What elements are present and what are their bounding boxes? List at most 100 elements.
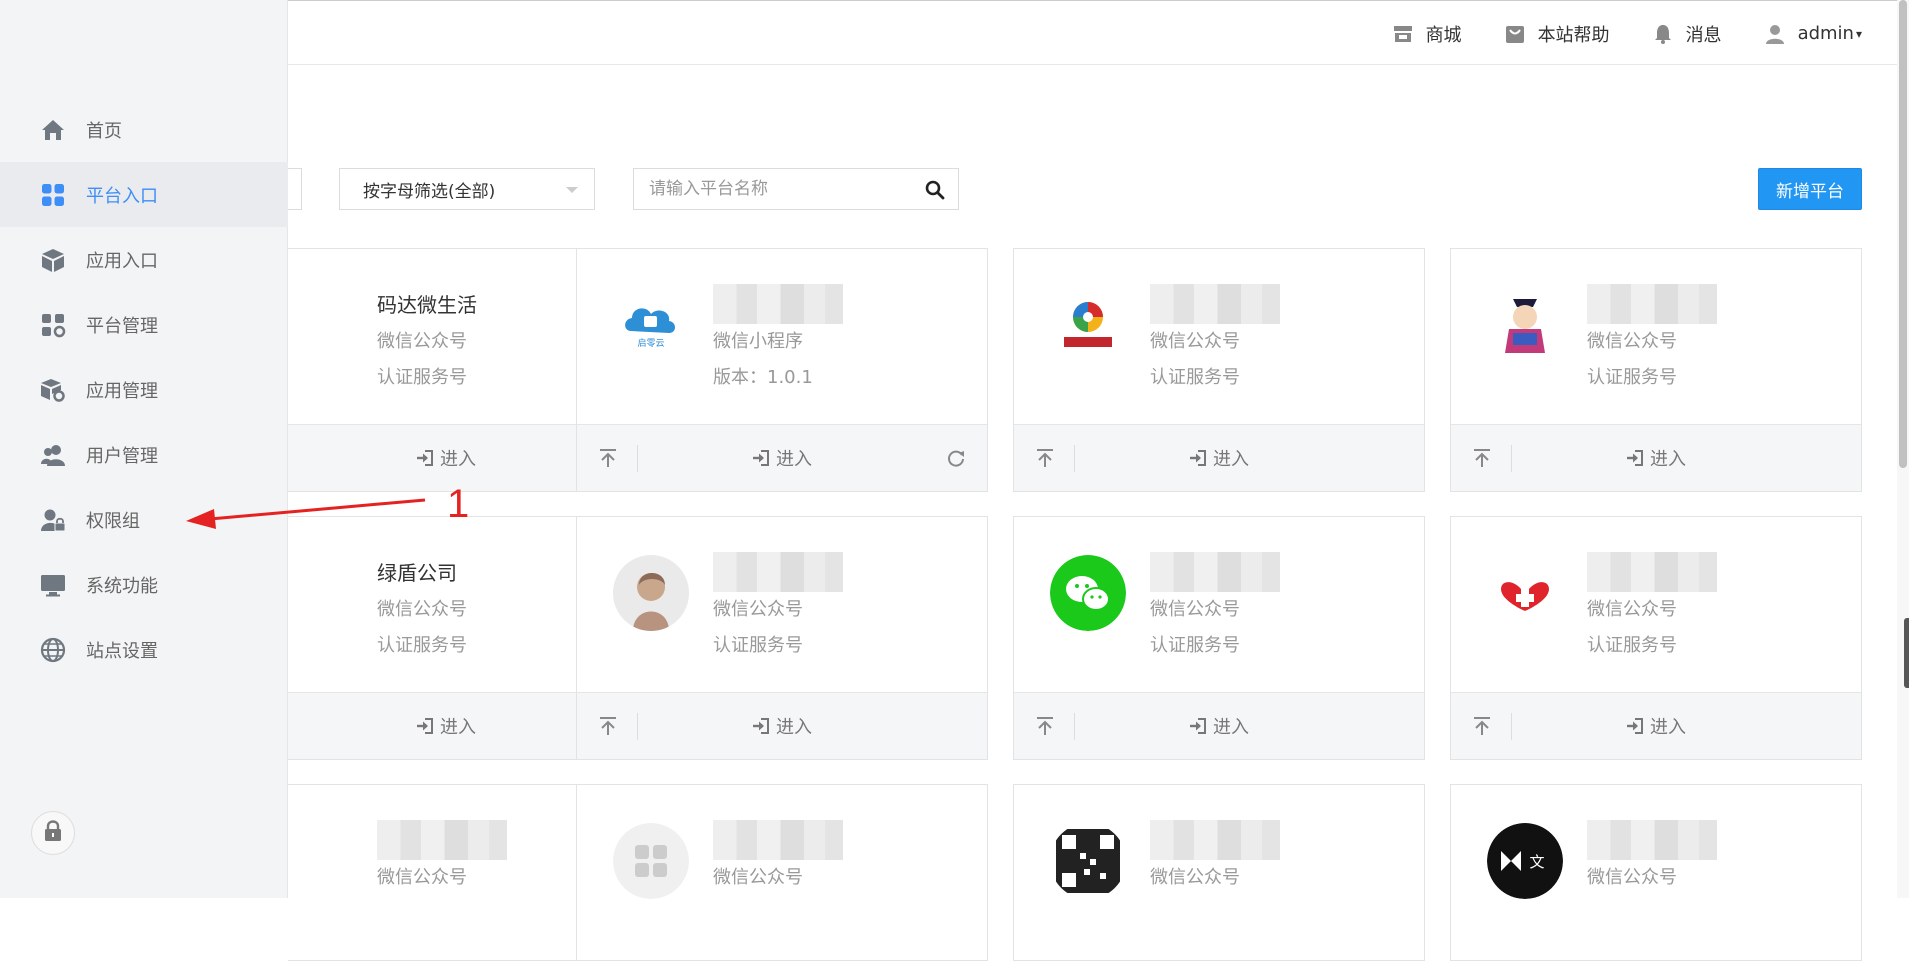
sidebar-item-user-manage[interactable]: 用户管理 bbox=[0, 422, 288, 487]
enter-link[interactable]: 进入 bbox=[752, 713, 812, 739]
enter-link[interactable]: 进入 bbox=[416, 713, 476, 739]
platform-name[interactable]: 绿盾公司 bbox=[377, 553, 457, 593]
platform-name-redacted bbox=[1150, 820, 1280, 860]
footer-divider bbox=[1511, 445, 1512, 472]
sidebar-item-app-manage[interactable]: 应用管理 bbox=[0, 357, 288, 422]
sidebar-item-label: 首页 bbox=[86, 120, 122, 142]
platform-card: 微信公众号 bbox=[576, 784, 988, 961]
sidebar-item-platform-entry[interactable]: 平台入口 bbox=[0, 162, 288, 227]
platform-logo[interactable] bbox=[613, 555, 689, 631]
topnav-help[interactable]: 本站帮助 bbox=[1504, 21, 1610, 47]
enter-link[interactable]: 进入 bbox=[1626, 713, 1686, 739]
card-body: 微信公众号 认证服务号 bbox=[1451, 249, 1861, 424]
platform-type: 微信公众号 bbox=[1150, 867, 1240, 888]
platform-logo[interactable] bbox=[1050, 823, 1126, 899]
sidebar-item-app-entry[interactable]: 应用入口 bbox=[0, 227, 288, 292]
add-platform-button[interactable]: 新增平台 bbox=[1758, 168, 1862, 210]
monitor-icon bbox=[40, 572, 66, 598]
platform-card: 微信公众号认证服务号进入 bbox=[1450, 516, 1862, 760]
enter-link[interactable]: 进入 bbox=[1189, 713, 1249, 739]
platform-name-redacted bbox=[713, 552, 843, 592]
lock-button[interactable] bbox=[31, 811, 75, 855]
platform-type: 微信公众号 bbox=[1150, 331, 1240, 352]
pin-top-icon[interactable] bbox=[1034, 715, 1056, 737]
sign-in-icon bbox=[1189, 717, 1207, 735]
sidebar-item-system-functions[interactable]: 系统功能 bbox=[0, 552, 288, 617]
sidebar-item-platform-manage[interactable]: 平台管理 bbox=[0, 292, 288, 357]
platform-type: 微信公众号 bbox=[1587, 867, 1677, 888]
enter-link[interactable]: 进入 bbox=[752, 445, 812, 471]
footer-divider bbox=[637, 445, 638, 472]
platform-logo[interactable] bbox=[1050, 555, 1126, 631]
platform-logo[interactable]: 文 bbox=[1487, 823, 1563, 899]
platform-logo[interactable]: 启零云 bbox=[613, 287, 689, 363]
platform-name-redacted bbox=[713, 820, 843, 860]
pin-top-icon[interactable] bbox=[1034, 447, 1056, 469]
platform-card: 微信公众号 认证服务号 进入 bbox=[1013, 516, 1425, 760]
sign-in-icon bbox=[416, 717, 434, 735]
topnav-shop[interactable]: 商城 bbox=[1392, 21, 1462, 47]
cube-icon bbox=[40, 247, 66, 273]
card-footer: 进入 bbox=[1014, 692, 1424, 759]
platform-subtype: 版本：1.0.1 bbox=[713, 367, 813, 388]
platform-name-redacted bbox=[1150, 284, 1280, 324]
topnav-help-label: 本站帮助 bbox=[1537, 24, 1610, 46]
platform-logo[interactable] bbox=[613, 823, 689, 899]
platform-subtype: 认证服务号 bbox=[1587, 367, 1677, 388]
platform-card: 微信公众号 认证服务号 进入 bbox=[1013, 248, 1425, 492]
sidebar-item-label: 用户管理 bbox=[86, 445, 158, 467]
platform-type: 微信公众号 bbox=[1587, 599, 1677, 620]
platform-card: 微信公众号 bbox=[1013, 784, 1425, 961]
sidebar-item-permission-group[interactable]: 权限组 bbox=[0, 487, 288, 552]
pin-top-icon[interactable] bbox=[597, 447, 619, 469]
platform-logo[interactable] bbox=[1487, 287, 1563, 363]
scroll-edge-handle[interactable] bbox=[1904, 618, 1909, 688]
enter-link[interactable]: 进入 bbox=[416, 445, 476, 471]
enter-label: 进入 bbox=[776, 717, 812, 738]
globe-icon bbox=[40, 637, 66, 663]
scrollbar-thumb[interactable] bbox=[1899, 0, 1907, 468]
lock-icon bbox=[42, 819, 64, 847]
search-icon[interactable] bbox=[924, 179, 946, 201]
sign-in-icon bbox=[416, 449, 434, 467]
user-lock-icon bbox=[40, 507, 66, 533]
sidebar-item-label: 应用管理 bbox=[86, 380, 158, 402]
platform-logo[interactable] bbox=[1050, 287, 1126, 363]
pin-top-icon[interactable] bbox=[597, 715, 619, 737]
topnav-messages[interactable]: 消息 bbox=[1652, 21, 1722, 47]
letter-filter-select[interactable]: 按字母筛选(全部) bbox=[339, 168, 595, 210]
sidebar-item-site-settings[interactable]: 站点设置 bbox=[0, 617, 288, 682]
platform-logo[interactable] bbox=[1487, 555, 1563, 631]
topnav-user-menu[interactable]: admin ▾ bbox=[1764, 23, 1862, 45]
sidebar-item-label: 应用入口 bbox=[86, 250, 158, 272]
sidebar-item-label: 系统功能 bbox=[86, 575, 158, 597]
page-scrollbar[interactable] bbox=[1897, 0, 1909, 898]
platform-subtype: 认证服务号 bbox=[1587, 635, 1677, 656]
platform-name[interactable]: 码达微生活 bbox=[377, 285, 477, 325]
refresh-icon[interactable] bbox=[945, 447, 967, 469]
platform-subtype: 认证服务号 bbox=[377, 635, 467, 656]
platform-name-redacted bbox=[377, 820, 507, 860]
footer-divider bbox=[1074, 445, 1075, 472]
grid-icon bbox=[40, 182, 66, 208]
platform-card: 启零云 微信小程序 版本：1.0.1 进入 bbox=[576, 248, 988, 492]
pin-top-icon[interactable] bbox=[1471, 715, 1493, 737]
card-body: 微信公众号 bbox=[1014, 785, 1424, 960]
svg-text:启零云: 启零云 bbox=[637, 337, 664, 349]
card-footer: 进入 bbox=[1451, 692, 1861, 759]
enter-link[interactable]: 进入 bbox=[1626, 445, 1686, 471]
sidebar-item-home[interactable]: 首页 bbox=[0, 97, 288, 162]
platform-search-input[interactable] bbox=[634, 169, 914, 209]
footer-divider bbox=[1511, 713, 1512, 740]
sidebar: 首页平台入口应用入口平台管理应用管理用户管理权限组系统功能站点设置 bbox=[0, 0, 288, 898]
sidebar-item-label: 平台入口 bbox=[86, 185, 158, 207]
letter-filter-value: 按字母筛选(全部) bbox=[363, 181, 496, 202]
platform-subtype: 认证服务号 bbox=[377, 367, 467, 388]
platform-type: 微信公众号 bbox=[377, 331, 467, 352]
platform-name-redacted bbox=[1587, 820, 1717, 860]
pin-top-icon[interactable] bbox=[1471, 447, 1493, 469]
enter-link[interactable]: 进入 bbox=[1189, 445, 1249, 471]
card-body: 启零云 微信小程序 版本：1.0.1 bbox=[577, 249, 987, 424]
chevron-down-icon: ▾ bbox=[1855, 26, 1862, 41]
enter-label: 进入 bbox=[776, 449, 812, 470]
